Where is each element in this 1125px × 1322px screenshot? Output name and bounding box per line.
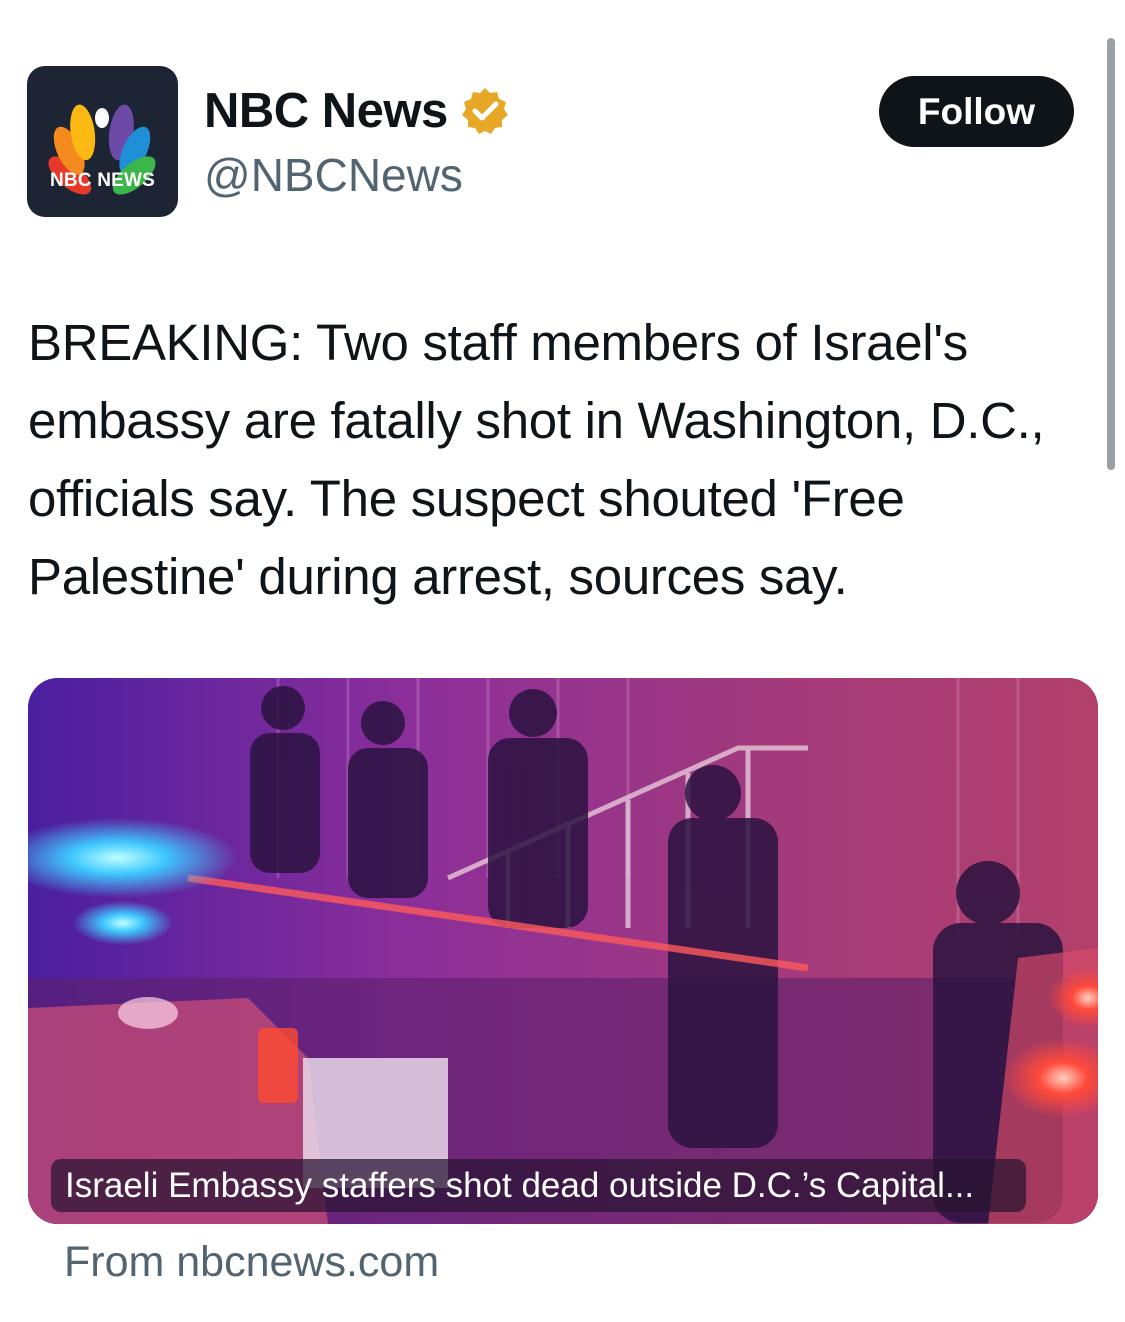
verified-badge-icon — [461, 88, 508, 134]
avatar-logo-text: NBC NEWS — [49, 170, 156, 191]
avatar[interactable]: NBC NEWS — [27, 66, 178, 217]
nbc-peacock-logo-icon — [48, 104, 156, 195]
tweet-view: NBC NEWS NBC News @NBCNews Follow BREAKI… — [0, 0, 1125, 1322]
author-display-name[interactable]: NBC News — [204, 83, 448, 139]
link-source[interactable]: From nbcnews.com — [64, 1238, 439, 1287]
news-photo — [28, 678, 1098, 1224]
author-handle[interactable]: @NBCNews — [204, 148, 463, 202]
tweet-text: BREAKING: Two staff members of Israel's … — [28, 314, 1045, 605]
scrollbar[interactable] — [1107, 38, 1115, 470]
follow-button[interactable]: Follow — [879, 76, 1074, 147]
link-card-image[interactable] — [28, 678, 1098, 1224]
link-card-caption[interactable]: Israeli Embassy staffers shot dead outsi… — [51, 1159, 1026, 1212]
author-name-row[interactable]: NBC News — [204, 82, 510, 140]
